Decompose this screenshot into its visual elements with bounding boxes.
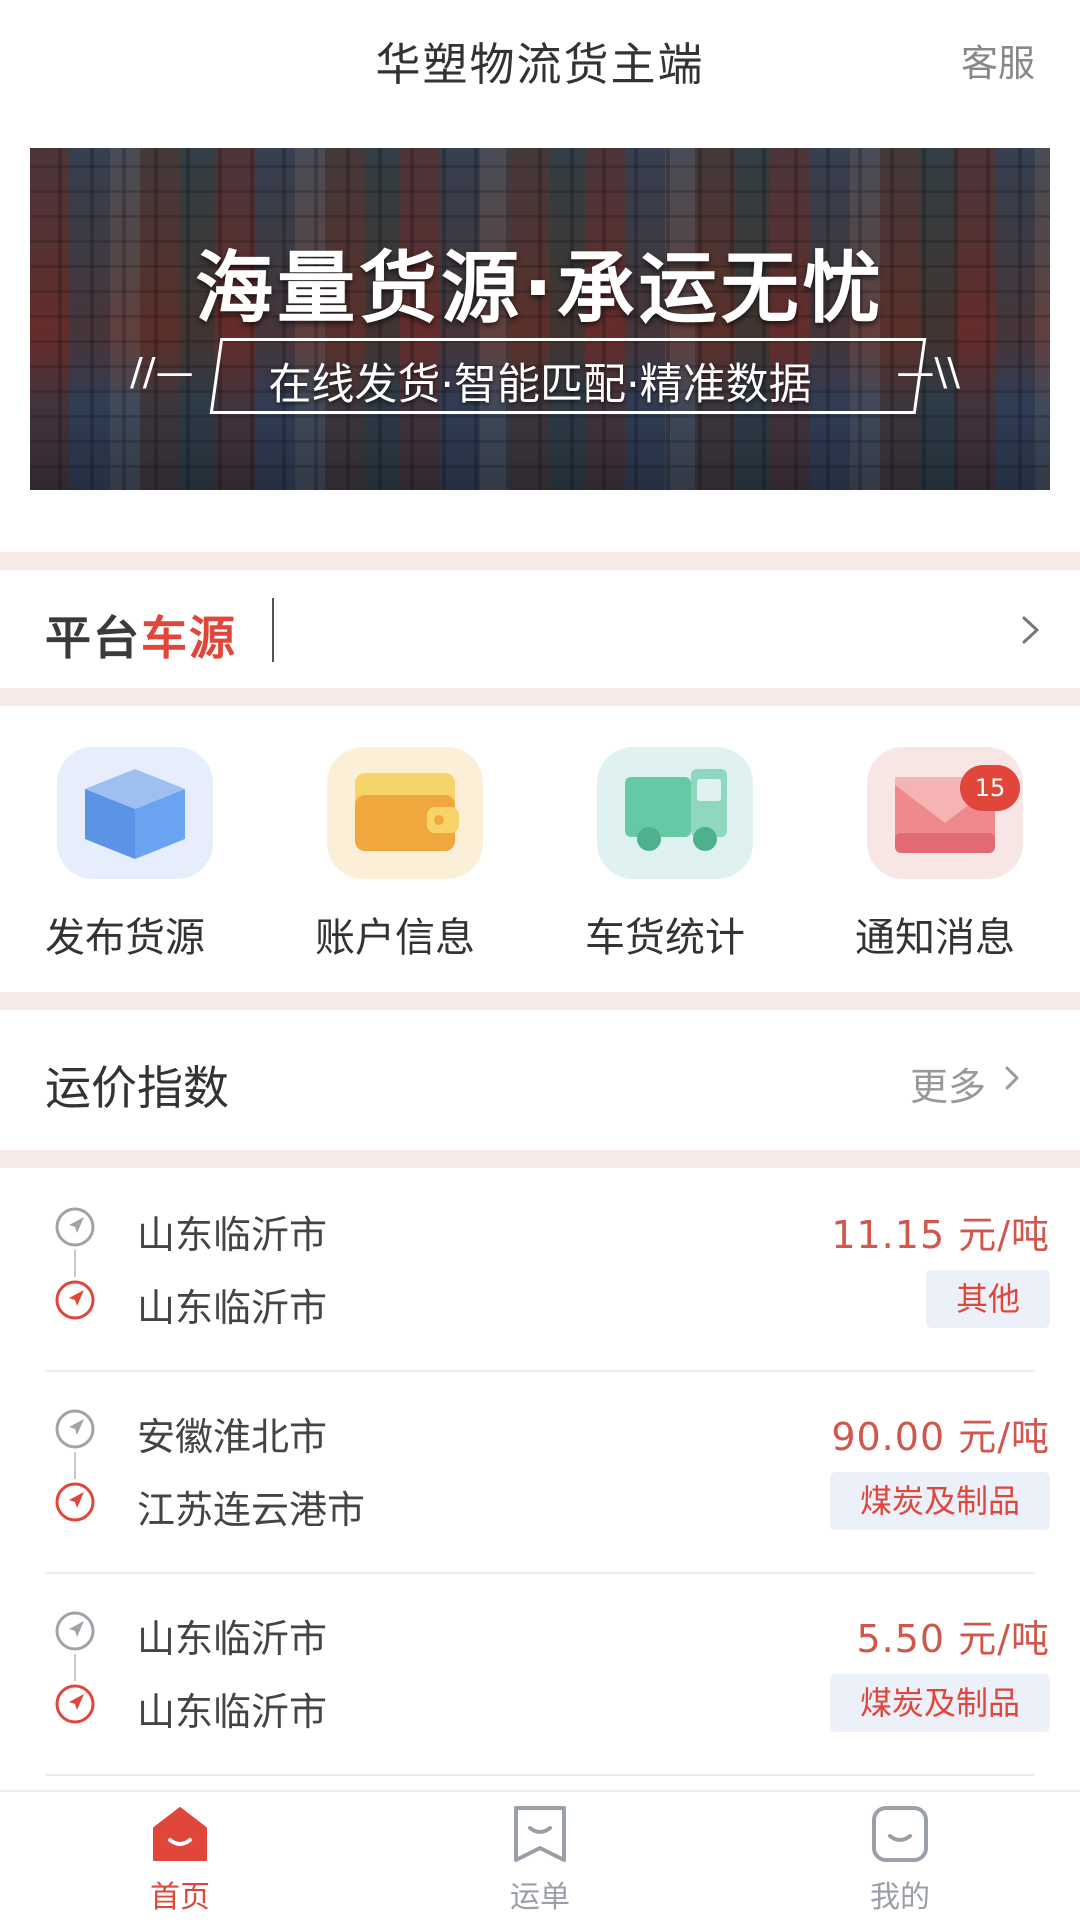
account-info-button[interactable]: 账户信息 [305,747,485,967]
action-label: 账户信息 [315,915,475,961]
truck-icon [625,769,727,851]
origin-navigation-icon [55,1207,95,1247]
tab-waybill[interactable]: 运单 [440,1802,640,1917]
promo-banner[interactable]: 海量货源·承运无忧 //— 在线发货·智能匹配·精准数据 —\\ [30,148,1050,490]
freight-index-title: 运价指数 [45,1061,229,1115]
waybill-icon [514,1806,566,1862]
cargo-type-tag: 煤炭及制品 [829,1674,1050,1732]
chevron-right-icon [1005,1066,1019,1090]
destination-navigation-icon [55,1684,95,1724]
banner-deco-right: —\\ [896,350,960,394]
route-price: 90.00 元/吨 [831,1415,1050,1459]
vehicle-cargo-stats-button[interactable]: 车货统计 [575,747,755,967]
platform-vehicle-logo: 平台车源 [45,611,237,665]
destination-navigation-icon [55,1280,95,1320]
tab-label: 我的 [870,1880,930,1915]
action-label: 车货统计 [585,915,745,961]
origin-navigation-icon [55,1611,95,1651]
tab-mine[interactable]: 我的 [800,1802,1000,1917]
route-price: 11.15 元/吨 [831,1213,1050,1257]
route-destination: 山东临沂市 [137,1286,328,1330]
section-divider [0,552,1080,570]
home-icon [153,1807,207,1861]
tab-label: 首页 [150,1880,210,1915]
banner-subline-frame: //— 在线发货·智能匹配·精准数据 —\\ [100,336,980,416]
route-origin: 山东临沂市 [137,1213,328,1257]
route-row[interactable]: 山东临沂市 山东临沂市 11.15 元/吨 其他 [0,1170,1080,1372]
quick-actions: 发布货源 账户信息 车货统计 通知消息 15 [0,707,1080,992]
logo-divider [272,598,274,662]
profile-face-icon [872,1806,928,1862]
cargo-type-tag: 煤炭及制品 [829,1472,1050,1530]
cargo-type-tag: 其他 [925,1270,1050,1328]
tab-label: 运单 [510,1880,570,1915]
route-origin: 山东临沂市 [137,1617,328,1661]
action-label: 发布货源 [45,915,205,961]
section-divider [0,1150,1080,1168]
route-row[interactable]: 山东临沂市 山东临沂市 5.50 元/吨 煤炭及制品 [0,1574,1080,1776]
route-row[interactable]: 安徽淮北市 江苏连云港市 90.00 元/吨 煤炭及制品 [0,1372,1080,1574]
cube-icon [85,769,185,859]
route-origin: 安徽淮北市 [137,1415,328,1459]
bottom-tab-bar: 首页 运单 我的 [0,1790,1080,1922]
banner-headline: 海量货源·承运无忧 [195,244,885,334]
banner-subline: 在线发货·智能匹配·精准数据 [268,360,812,410]
destination-navigation-icon [55,1482,95,1522]
route-destination: 山东临沂市 [137,1690,328,1734]
platform-vehicle-source-row[interactable]: 平台车源 [0,572,1080,688]
freight-index-header: 运价指数 更多 [0,1012,1080,1150]
route-destination: 江苏连云港市 [137,1488,366,1532]
section-divider [0,688,1080,706]
customer-service-button[interactable]: 客服 [961,33,1035,87]
route-price: 5.50 元/吨 [856,1617,1050,1661]
origin-navigation-icon [55,1409,95,1449]
tab-home[interactable]: 首页 [80,1802,280,1917]
publish-cargo-button[interactable]: 发布货源 [35,747,215,967]
section-divider [0,992,1080,1010]
wallet-icon [355,773,459,851]
app-header: 华塑物流货主端 客服 [0,0,1080,115]
chevron-right-icon [1022,616,1039,644]
page-title: 华塑物流货主端 [375,38,705,91]
action-label: 通知消息 [855,915,1015,961]
notification-count-badge: 15 [960,765,1020,811]
